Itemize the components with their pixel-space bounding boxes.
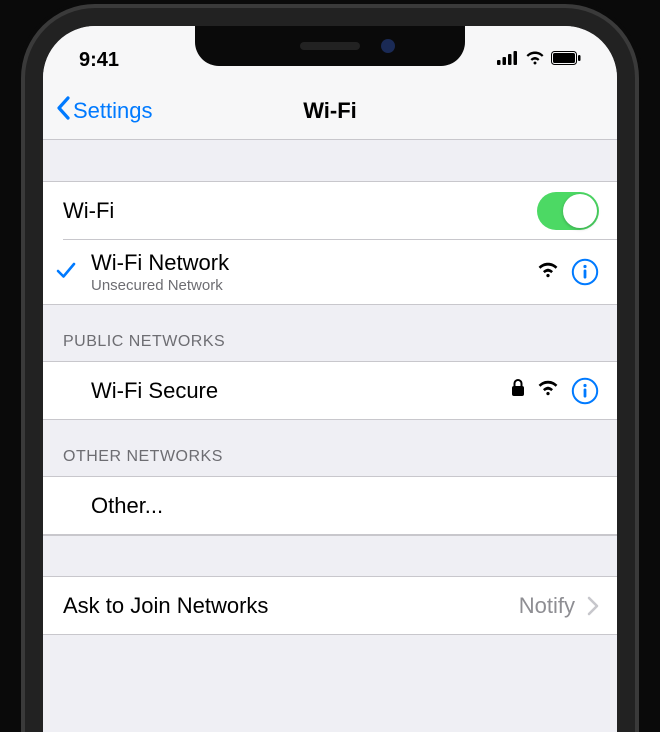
nav-title: Wi-Fi — [303, 98, 357, 124]
battery-icon — [551, 51, 581, 70]
connected-network-name: Wi-Fi Network — [91, 250, 537, 276]
ask-to-join-value: Notify — [519, 593, 575, 619]
phone-frame: 9:41 Settings Wi-Fi — [25, 8, 635, 732]
connected-network-subtitle: Unsecured Network — [91, 277, 537, 294]
public-networks-header: PUBLIC NETWORKS — [43, 305, 617, 362]
wifi-switch[interactable] — [537, 192, 599, 230]
wifi-status-icon — [525, 51, 545, 70]
back-label: Settings — [73, 98, 153, 124]
back-button[interactable]: Settings — [55, 96, 153, 126]
wifi-signal-icon — [537, 380, 559, 401]
info-button[interactable] — [571, 377, 599, 405]
status-time: 9:41 — [79, 49, 119, 72]
ask-to-join-row[interactable]: Ask to Join Networks Notify — [43, 577, 617, 635]
other-network-row[interactable]: Other... — [43, 477, 617, 535]
status-icons — [497, 51, 581, 70]
section-gap — [43, 140, 617, 182]
chevron-right-icon — [587, 596, 599, 616]
nav-bar: Settings Wi-Fi — [43, 82, 617, 140]
wifi-toggle-label: Wi-Fi — [63, 198, 537, 224]
front-camera — [381, 39, 395, 53]
chevron-left-icon — [55, 96, 71, 126]
wifi-signal-icon — [537, 262, 559, 283]
other-networks-header: OTHER NETWORKS — [43, 420, 617, 477]
public-network-row[interactable]: Wi-Fi Secure — [43, 362, 617, 420]
lock-icon — [511, 378, 525, 403]
notch — [195, 26, 465, 66]
wifi-toggle-row[interactable]: Wi-Fi — [43, 182, 617, 240]
connected-network-row[interactable]: Wi-Fi Network Unsecured Network — [43, 240, 617, 305]
public-network-name: Wi-Fi Secure — [91, 378, 511, 404]
section-gap — [43, 535, 617, 577]
other-label: Other... — [91, 493, 599, 519]
speaker-grille — [300, 42, 360, 50]
ask-to-join-label: Ask to Join Networks — [63, 593, 519, 619]
info-button[interactable] — [571, 258, 599, 286]
cellular-icon — [497, 51, 519, 70]
checkmark-icon — [55, 259, 77, 286]
screen: 9:41 Settings Wi-Fi — [43, 26, 617, 732]
